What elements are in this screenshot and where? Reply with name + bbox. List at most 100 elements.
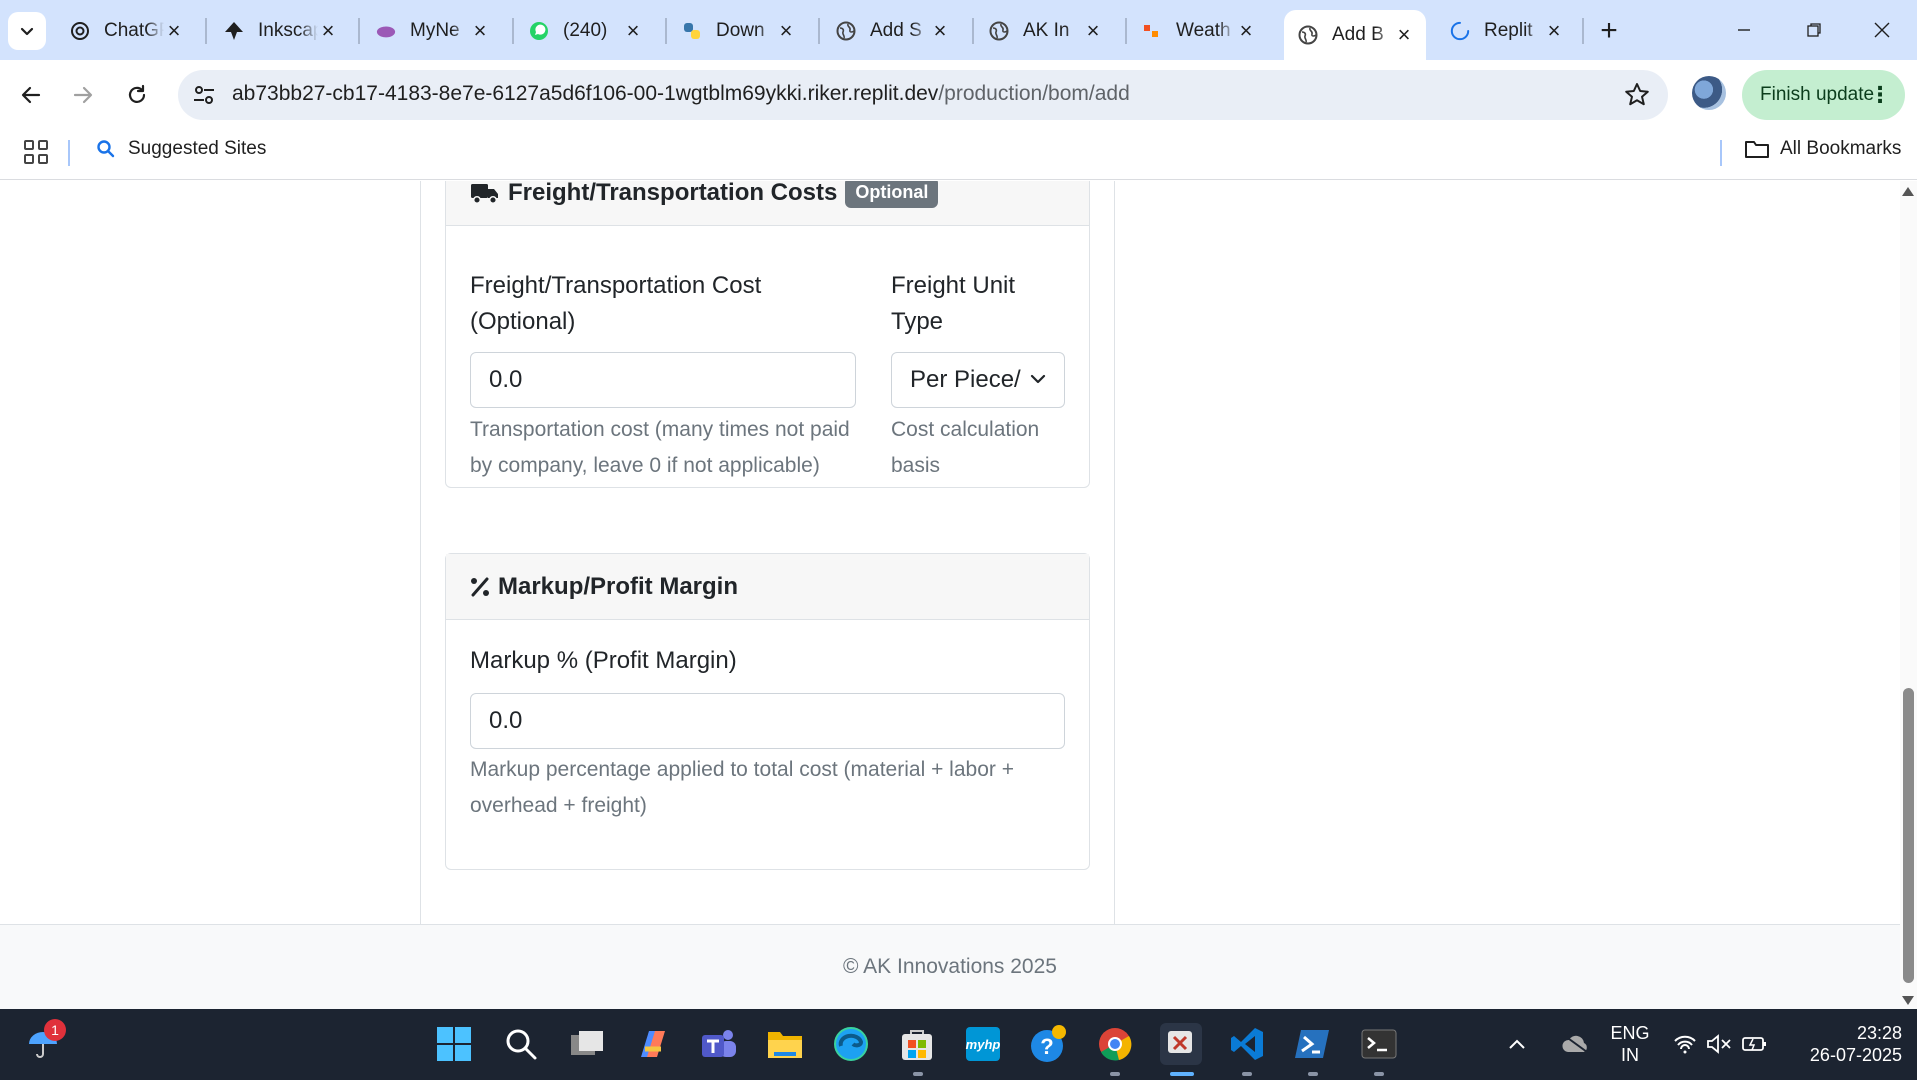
- region-code: IN: [1621, 1045, 1639, 1065]
- battery-charging-icon[interactable]: [1738, 1023, 1772, 1065]
- tab-replit[interactable]: Replit ×: [1436, 10, 1576, 52]
- tab-chatgpt[interactable]: ChatGPT ×: [56, 10, 196, 52]
- close-window-button[interactable]: [1852, 10, 1912, 50]
- markup-input[interactable]: 0.0: [470, 693, 1065, 749]
- page-scrollbar[interactable]: [1900, 181, 1917, 1009]
- forward-button[interactable]: [64, 76, 102, 114]
- profile-avatar[interactable]: [1692, 76, 1726, 110]
- edge-app[interactable]: [830, 1023, 872, 1065]
- url-text[interactable]: ab73bb27-cb17-4183-8e7e-6127a5d6f106-00-…: [232, 82, 1130, 106]
- terminal-app[interactable]: [1358, 1023, 1400, 1065]
- finish-update-label: Finish update: [1760, 84, 1875, 105]
- tab-myne[interactable]: MyNe ×: [362, 10, 502, 52]
- app-running-indicator: [1242, 1072, 1252, 1076]
- file-explorer-app[interactable]: [764, 1023, 806, 1065]
- globe-icon: [836, 21, 856, 41]
- tab-search-button[interactable]: [8, 12, 46, 50]
- finish-update-button[interactable]: Finish update ⋮: [1742, 70, 1905, 120]
- snipping-tool-app[interactable]: [1160, 1023, 1202, 1065]
- teams-icon: [702, 1030, 736, 1057]
- markup-section-title: Markup/Profit Margin: [498, 572, 739, 600]
- percent-icon: [470, 577, 490, 597]
- page-viewport: Freight/Transportation Costs Optional Fr…: [0, 181, 1917, 1009]
- tab-weather[interactable]: Weath ×: [1128, 10, 1268, 52]
- all-bookmarks-button[interactable]: All Bookmarks: [1744, 138, 1901, 160]
- bookmark-star-icon[interactable]: [1624, 82, 1650, 108]
- close-icon[interactable]: ×: [930, 18, 950, 43]
- tab-title: MyNe: [410, 20, 460, 41]
- scrollbar-thumb[interactable]: [1903, 688, 1914, 983]
- chrome-app[interactable]: [1094, 1023, 1136, 1065]
- new-tab-button[interactable]: +: [1592, 14, 1626, 48]
- tab-whatsapp[interactable]: (240) ×: [515, 10, 655, 52]
- close-icon[interactable]: ×: [1394, 22, 1414, 47]
- close-icon[interactable]: ×: [1544, 18, 1564, 43]
- search-icon: [506, 1029, 537, 1060]
- minimize-button[interactable]: [1714, 10, 1774, 50]
- apps-grid-icon[interactable]: [24, 140, 48, 164]
- bookmark-label: All Bookmarks: [1780, 138, 1902, 159]
- language-indicator[interactable]: ENG IN: [1608, 1022, 1652, 1066]
- onedrive-tray-icon[interactable]: [1556, 1023, 1596, 1065]
- clock[interactable]: 23:28 26-07-2025: [1790, 1022, 1902, 1066]
- tab-download[interactable]: Down ×: [668, 10, 808, 52]
- close-icon[interactable]: ×: [776, 18, 796, 43]
- bookmark-suggested-sites[interactable]: Suggested Sites: [96, 138, 266, 160]
- freight-section-title: Freight/Transportation Costs: [508, 181, 838, 206]
- restore-icon: [1807, 23, 1821, 37]
- tab-separator: [818, 18, 820, 44]
- reload-button[interactable]: [118, 76, 156, 114]
- tab-add-s[interactable]: Add S ×: [822, 10, 962, 52]
- site-settings-icon[interactable]: [192, 84, 216, 106]
- freight-cost-help-line: by company, leave 0 if not applicable): [470, 454, 820, 477]
- tab-add-b-active[interactable]: Add B ×: [1284, 10, 1426, 60]
- restore-button[interactable]: [1784, 10, 1844, 50]
- tab-inkscape[interactable]: Inkscape ×: [210, 10, 350, 52]
- tab-ak-in[interactable]: AK In ×: [975, 10, 1115, 52]
- start-button[interactable]: [433, 1023, 475, 1065]
- back-button[interactable]: [12, 76, 50, 114]
- tab-title: ChatGPT: [104, 20, 164, 41]
- hp-icon: myhp: [966, 1027, 1000, 1061]
- close-icon[interactable]: ×: [164, 18, 184, 43]
- show-hidden-icons-button[interactable]: [1502, 1023, 1532, 1065]
- teams-app[interactable]: [698, 1023, 740, 1065]
- wifi-icon[interactable]: [1668, 1023, 1702, 1065]
- microsoft-store-app[interactable]: [896, 1023, 938, 1065]
- close-icon[interactable]: ×: [1236, 18, 1256, 43]
- close-icon[interactable]: ×: [623, 18, 643, 43]
- page-footer: © AK Innovations 2025: [0, 924, 1900, 1009]
- freight-unit-label-line: Type: [891, 308, 944, 335]
- tab-strip: ChatGPT × Inkscape × MyNe × (240) × Down…: [0, 0, 1917, 60]
- close-icon[interactable]: ×: [1083, 18, 1103, 43]
- get-help-app[interactable]: ?: [1028, 1023, 1070, 1065]
- chevron-down-icon: [20, 27, 34, 36]
- optional-badge: Optional: [845, 181, 939, 208]
- freight-cost-input[interactable]: 0.0: [470, 352, 856, 408]
- scroll-down-arrow[interactable]: [1902, 996, 1914, 1005]
- powershell-app[interactable]: [1292, 1023, 1334, 1065]
- address-bar[interactable]: ab73bb27-cb17-4183-8e7e-6127a5d6f106-00-…: [178, 70, 1668, 120]
- scroll-up-arrow[interactable]: [1902, 187, 1914, 196]
- task-view-button[interactable]: [566, 1023, 608, 1065]
- app-active-indicator: [1170, 1072, 1194, 1076]
- tab-title: (240): [563, 20, 608, 41]
- close-icon[interactable]: ×: [470, 18, 490, 43]
- more-menu-icon[interactable]: ⋮: [1869, 82, 1891, 108]
- copilot-app[interactable]: [632, 1023, 674, 1065]
- freight-unit-select[interactable]: Per Piece/: [891, 352, 1065, 408]
- app-running-indicator: [913, 1072, 923, 1076]
- vscode-icon: [1231, 1028, 1263, 1060]
- myhp-app[interactable]: myhp: [962, 1023, 1004, 1065]
- volume-muted-icon[interactable]: [1702, 1023, 1736, 1065]
- taskbar-search-button[interactable]: [500, 1023, 542, 1065]
- freight-cost-help-line: Transportation cost (many times not paid: [470, 418, 850, 441]
- tab-separator: [1125, 18, 1127, 44]
- freight-unit-help: Cost calculation basis: [891, 412, 1039, 484]
- freight-cost-value: 0.0: [489, 366, 523, 393]
- myne-icon: [376, 21, 396, 41]
- vscode-app[interactable]: [1226, 1023, 1268, 1065]
- freight-unit-label-line: Freight Unit: [891, 272, 1016, 299]
- windows-taskbar: 1 myhp ? ENG IN 23:28 26-07-2025: [0, 1009, 1917, 1080]
- close-icon[interactable]: ×: [318, 18, 338, 43]
